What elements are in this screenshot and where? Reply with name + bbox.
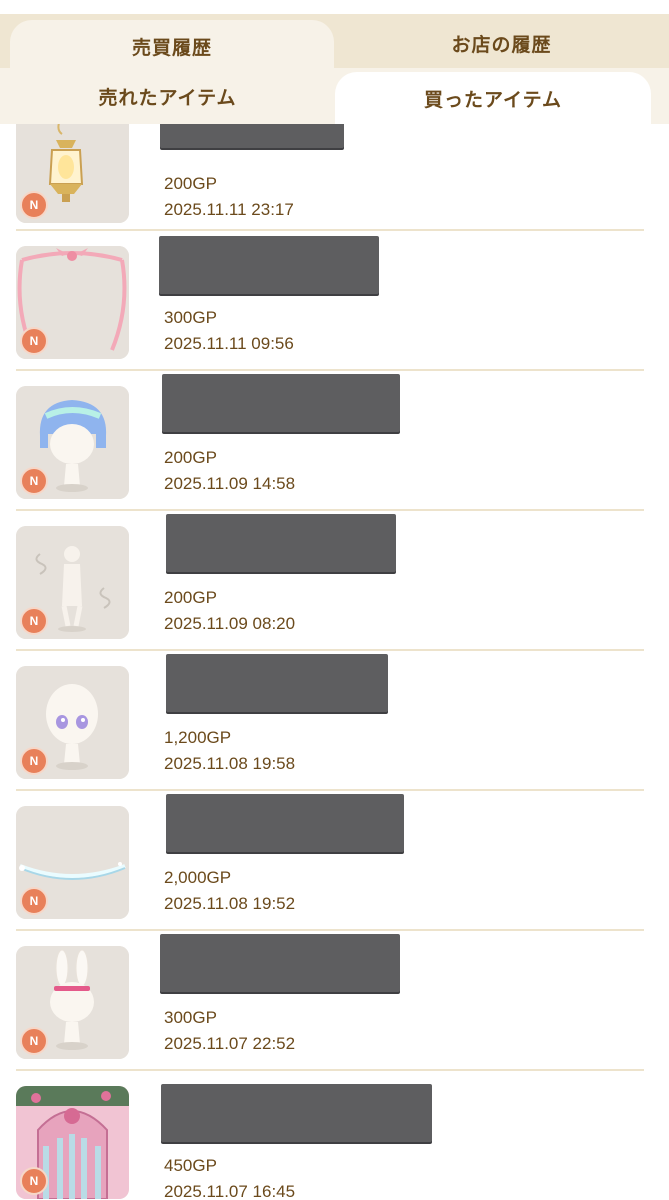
redacted-item-name xyxy=(160,934,400,992)
item-price: 200GP xyxy=(164,448,217,467)
purchase-history-screen: 売買履歴 お店の履歴 売れたアイテム 買ったアイテム N 200GP 2025.… xyxy=(0,0,669,1200)
redacted-item-name xyxy=(161,1084,432,1142)
rarity-badge: N xyxy=(20,191,48,219)
rarity-badge: N xyxy=(20,887,48,915)
purchase-date: 2025.11.08 19:52 xyxy=(164,894,296,913)
list-item[interactable]: N 2,000GP 2025.11.08 19:52 xyxy=(0,790,669,931)
tab-shop-history[interactable]: お店の履歴 xyxy=(334,14,669,72)
rose-window-room-item-icon: N xyxy=(16,1086,129,1199)
purchase-date: 2025.11.11 09:56 xyxy=(164,334,294,353)
list-item[interactable]: N 450GP 2025.11.07 16:45 xyxy=(0,1070,669,1200)
purchase-date: 2025.11.09 14:58 xyxy=(164,474,296,493)
tab-sold-items[interactable]: 売れたアイテム xyxy=(0,68,335,124)
purchase-list[interactable]: N 200GP 2025.11.11 23:17 N 300GP 2025.11… xyxy=(0,124,669,1200)
redacted-item-name xyxy=(166,794,404,852)
item-price: 200GP xyxy=(164,174,217,193)
rarity-badge: N xyxy=(20,467,48,495)
blue-hair-item-icon: N xyxy=(16,386,129,499)
smoke-effect-item-icon: N xyxy=(16,526,129,639)
rarity-badge: N xyxy=(20,327,48,355)
ribbon-frame-item-icon: N xyxy=(16,246,129,359)
purchase-date: 2025.11.07 16:45 xyxy=(164,1182,296,1200)
rarity-badge: N xyxy=(20,1167,48,1195)
item-price: 300GP xyxy=(164,308,217,327)
tab-trade-history[interactable]: 売買履歴 xyxy=(10,20,334,72)
sub-tab-bar: 売れたアイテム 買ったアイテム xyxy=(0,68,669,124)
tab-bought-items[interactable]: 買ったアイテム xyxy=(335,72,651,124)
redacted-item-name xyxy=(166,514,396,572)
rarity-badge: N xyxy=(20,747,48,775)
list-item[interactable]: N 1,200GP 2025.11.08 19:58 xyxy=(0,650,669,791)
item-price: 2,000GP xyxy=(164,868,232,887)
redacted-item-name xyxy=(162,374,400,432)
halo-ring-item-icon: N xyxy=(16,806,129,919)
top-strip xyxy=(0,0,669,14)
main-tab-bar: 売買履歴 お店の履歴 xyxy=(0,14,669,72)
redacted-item-name xyxy=(160,124,344,148)
redacted-item-name xyxy=(166,654,388,712)
list-item[interactable]: N 200GP 2025.11.09 14:58 xyxy=(0,370,669,511)
item-price: 200GP xyxy=(164,588,217,607)
purchase-date: 2025.11.08 19:58 xyxy=(164,754,296,773)
purchase-date: 2025.11.11 23:17 xyxy=(164,200,294,219)
redacted-item-name xyxy=(159,236,379,294)
list-item[interactable]: N 300GP 2025.11.07 22:52 xyxy=(0,930,669,1071)
bunny-ears-item-icon: N xyxy=(16,946,129,1059)
item-price: 300GP xyxy=(164,1008,217,1027)
list-item[interactable]: N 200GP 2025.11.11 23:17 xyxy=(0,124,669,231)
rarity-badge: N xyxy=(20,1027,48,1055)
item-price: 1,200GP xyxy=(164,728,232,747)
list-item[interactable]: N 300GP 2025.11.11 09:56 xyxy=(0,230,669,371)
purchase-date: 2025.11.09 08:20 xyxy=(164,614,296,633)
rarity-badge: N xyxy=(20,607,48,635)
purchase-date: 2025.11.07 22:52 xyxy=(164,1034,296,1053)
lantern-item-icon: N xyxy=(16,124,129,223)
item-price: 450GP xyxy=(164,1156,217,1175)
eyes-item-icon: N xyxy=(16,666,129,779)
list-item[interactable]: N 200GP 2025.11.09 08:20 xyxy=(0,510,669,651)
sub-tab-edge xyxy=(651,68,669,124)
